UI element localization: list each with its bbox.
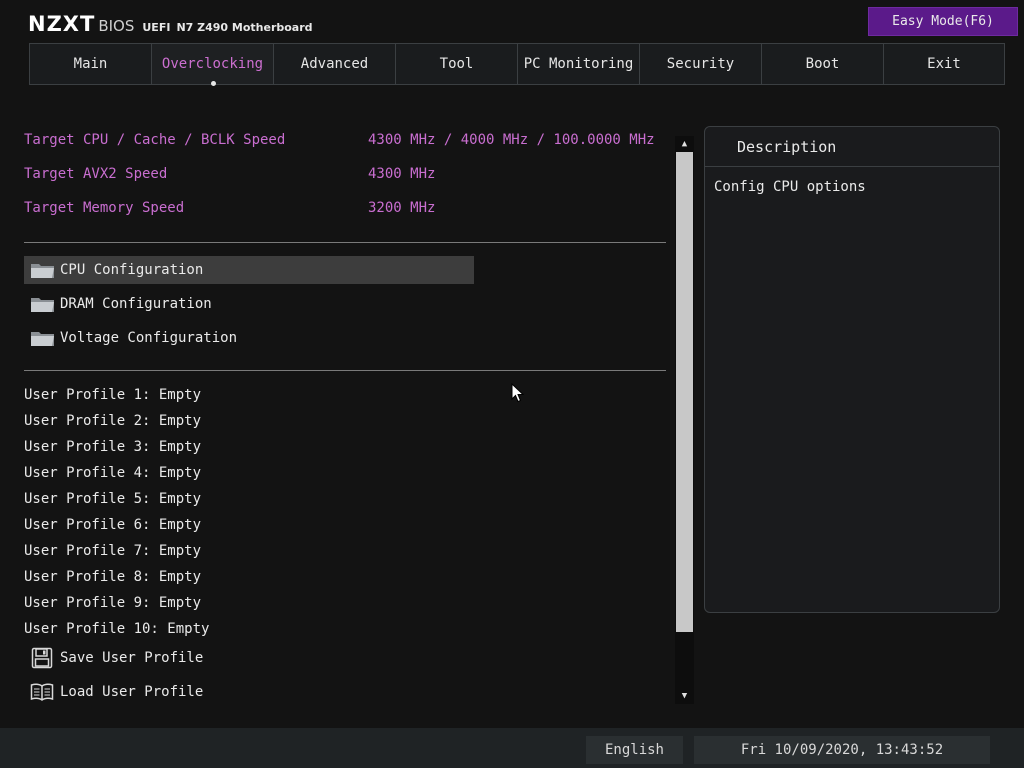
user-profile-3[interactable]: User Profile 3: Empty [24, 439, 201, 461]
user-profile-8[interactable]: User Profile 8: Empty [24, 569, 201, 591]
section-divider [24, 370, 666, 371]
description-title: Description [705, 127, 999, 167]
description-panel: Description Config CPU options [704, 126, 1000, 613]
section-divider [24, 242, 666, 243]
tab-overclocking[interactable]: Overclocking [151, 43, 273, 86]
folder-icon [30, 261, 56, 279]
user-profile-7[interactable]: User Profile 7: Empty [24, 543, 201, 565]
menu-item-cpu-configuration[interactable]: CPU Configuration [24, 256, 474, 284]
target-memory-speed-row: Target Memory Speed 3200 MHz [24, 200, 664, 222]
bios-label: BIOS [98, 17, 135, 35]
description-text: Config CPU options [714, 179, 866, 195]
user-profile-9[interactable]: User Profile 9: Empty [24, 595, 201, 617]
mouse-pointer-icon [511, 382, 525, 403]
load-user-profile-button[interactable]: Load User Profile [30, 679, 203, 705]
target-cpu-speed-label: Target CPU / Cache / BCLK Speed [24, 132, 286, 148]
target-memory-speed-value: 3200 MHz [368, 200, 436, 216]
menu-item-dram-configuration[interactable]: DRAM Configuration [24, 290, 212, 318]
floppy-disk-icon [30, 647, 54, 669]
status-footer: English Fri 10/09/2020, 13:43:52 [0, 728, 1024, 768]
menu-item-voltage-configuration[interactable]: Voltage Configuration [24, 324, 237, 352]
scrollbar-thumb[interactable] [676, 152, 693, 632]
tab-boot[interactable]: Boot [761, 43, 883, 85]
tab-security[interactable]: Security [639, 43, 761, 85]
menu-item-label: Voltage Configuration [60, 330, 238, 346]
easy-mode-button[interactable]: Easy Mode(F6) [868, 7, 1018, 36]
date-time-display[interactable]: Fri 10/09/2020, 13:43:52 [694, 736, 990, 764]
brand-name: NZXT [28, 12, 96, 36]
tab-exit[interactable]: Exit [883, 43, 1005, 85]
target-cpu-speed-value: 4300 MHz / 4000 MHz / 100.0000 MHz [368, 132, 655, 148]
user-profile-10[interactable]: User Profile 10: Empty [24, 621, 209, 643]
target-memory-speed-label: Target Memory Speed [24, 200, 185, 216]
user-profile-6[interactable]: User Profile 6: Empty [24, 517, 201, 539]
motherboard-model: N7 Z490 Motherboard [176, 21, 313, 34]
target-avx2-speed-row: Target AVX2 Speed 4300 MHz [24, 166, 664, 188]
save-user-profile-label: Save User Profile [60, 650, 204, 666]
folder-icon [30, 329, 56, 347]
tab-pc-monitoring[interactable]: PC Monitoring [517, 43, 639, 85]
scroll-down-arrow-icon[interactable]: ▼ [675, 688, 694, 704]
user-profile-2[interactable]: User Profile 2: Empty [24, 413, 201, 435]
load-user-profile-label: Load User Profile [60, 684, 204, 700]
tab-tool[interactable]: Tool [395, 43, 517, 85]
uefi-label: UEFI [142, 21, 171, 34]
open-book-icon [30, 681, 54, 703]
menu-item-label: DRAM Configuration [60, 296, 212, 312]
language-selector[interactable]: English [586, 736, 683, 764]
user-profile-5[interactable]: User Profile 5: Empty [24, 491, 201, 513]
menu-item-label: CPU Configuration [60, 262, 204, 278]
folder-icon [30, 295, 56, 313]
target-avx2-speed-label: Target AVX2 Speed [24, 166, 168, 182]
tab-advanced[interactable]: Advanced [273, 43, 395, 85]
main-tab-bar: Main Overclocking Advanced Tool PC Monit… [29, 43, 1005, 86]
target-cpu-speed-row: Target CPU / Cache / BCLK Speed 4300 MHz… [24, 132, 664, 154]
scroll-up-arrow-icon[interactable]: ▲ [675, 136, 694, 152]
save-user-profile-button[interactable]: Save User Profile [30, 645, 203, 671]
tab-main[interactable]: Main [29, 43, 151, 85]
user-profile-1[interactable]: User Profile 1: Empty [24, 387, 201, 409]
target-avx2-speed-value: 4300 MHz [368, 166, 436, 182]
user-profile-4[interactable]: User Profile 4: Empty [24, 465, 201, 487]
nzxt-bios-logo: NZXT BIOS UEFI N7 Z490 Motherboard [28, 12, 313, 38]
vertical-scrollbar[interactable]: ▲ ▼ [675, 136, 694, 704]
